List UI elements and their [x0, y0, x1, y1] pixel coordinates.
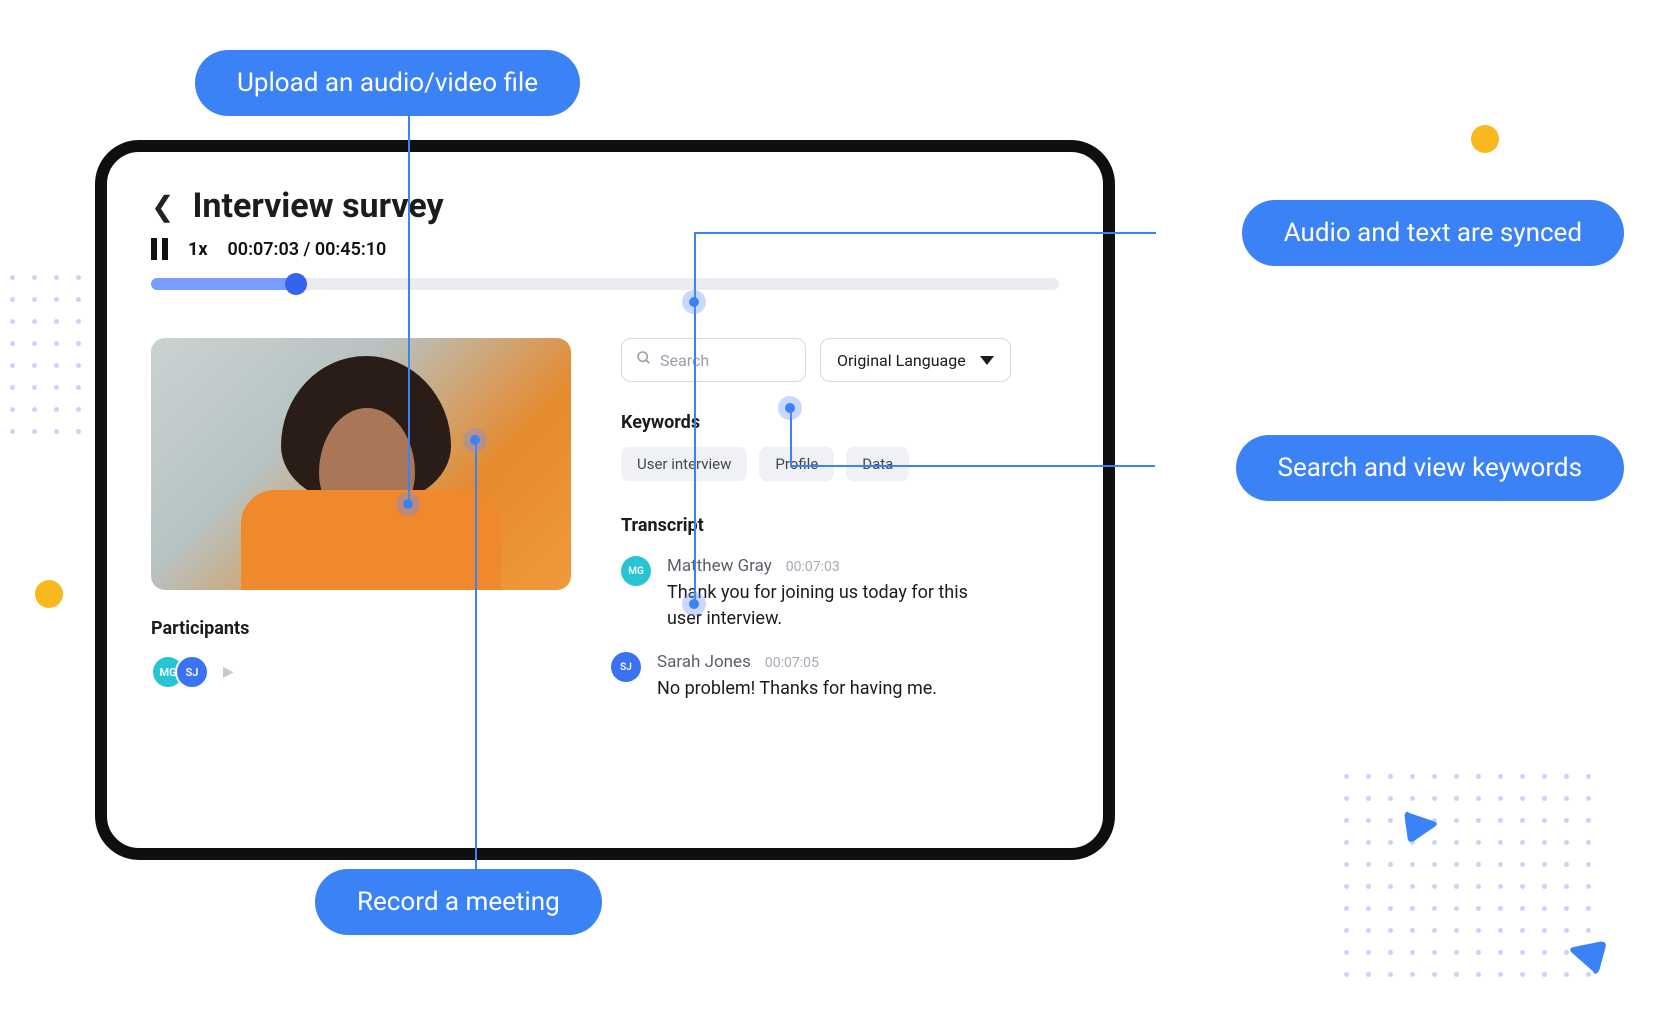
callout-search: Search and view keywords	[1236, 435, 1624, 501]
app-window: ❮ Interview survey 1x 00:07:03 / 00:45:1…	[95, 140, 1115, 860]
keyword-chip[interactable]: Profile	[759, 447, 834, 481]
speaker-avatar: MG	[621, 556, 651, 586]
playback-speed[interactable]: 1x	[188, 239, 208, 260]
playback-time: 00:07:03 / 00:45:10	[228, 239, 387, 260]
search-icon	[636, 350, 652, 370]
progress-fill	[151, 278, 296, 290]
entry-timestamp: 00:07:03	[786, 559, 840, 575]
callout-synced: Audio and text are synced	[1242, 200, 1624, 266]
speaker-name: Matthew Gray	[667, 556, 772, 576]
chevron-down-icon	[980, 356, 994, 365]
transcript-entry[interactable]: SJ Sarah Jones 00:07:05 No problem! Than…	[621, 652, 1059, 702]
keywords-list: User interview Profile Data	[621, 447, 1059, 481]
pause-button[interactable]	[151, 238, 168, 260]
transcript-heading: Transcript	[621, 515, 1059, 536]
progress-bar[interactable]	[151, 278, 1059, 290]
video-thumbnail[interactable]	[151, 338, 571, 590]
progress-thumb[interactable]	[285, 273, 307, 295]
decorative-dots-right	[1344, 774, 1594, 980]
language-selected: Original Language	[837, 351, 966, 370]
transcript-list: MG Matthew Gray 00:07:03 Thank you for j…	[621, 556, 1059, 702]
speaker-avatar: SJ	[611, 652, 641, 682]
callout-upload: Upload an audio/video file	[195, 50, 580, 116]
participants-list: MGSJ▶	[151, 655, 571, 689]
speaker-name: Sarah Jones	[657, 652, 751, 672]
language-select[interactable]: Original Language	[820, 338, 1011, 382]
entry-timestamp: 00:07:05	[765, 655, 819, 671]
keywords-heading: Keywords	[621, 412, 1059, 433]
search-input[interactable]: Search	[621, 338, 806, 382]
decorative-yellow-dot	[1471, 125, 1499, 153]
decorative-play-shape	[1396, 802, 1444, 850]
search-placeholder: Search	[660, 351, 709, 370]
callout-record: Record a meeting	[315, 869, 602, 935]
play-icon[interactable]: ▶	[223, 664, 234, 680]
page-title: Interview survey	[192, 186, 443, 226]
decorative-dots-left	[10, 275, 106, 437]
participant-avatar[interactable]: SJ	[175, 655, 209, 689]
back-button[interactable]: ❮	[151, 190, 174, 223]
keyword-chip[interactable]: Data	[846, 447, 909, 481]
participants-heading: Participants	[151, 618, 571, 639]
decorative-yellow-dot	[35, 580, 63, 608]
keyword-chip[interactable]: User interview	[621, 447, 747, 481]
entry-text: No problem! Thanks for having me.	[657, 676, 987, 702]
entry-text: Thank you for joining us today for this …	[667, 580, 997, 632]
decorative-play-shape	[1562, 928, 1614, 980]
